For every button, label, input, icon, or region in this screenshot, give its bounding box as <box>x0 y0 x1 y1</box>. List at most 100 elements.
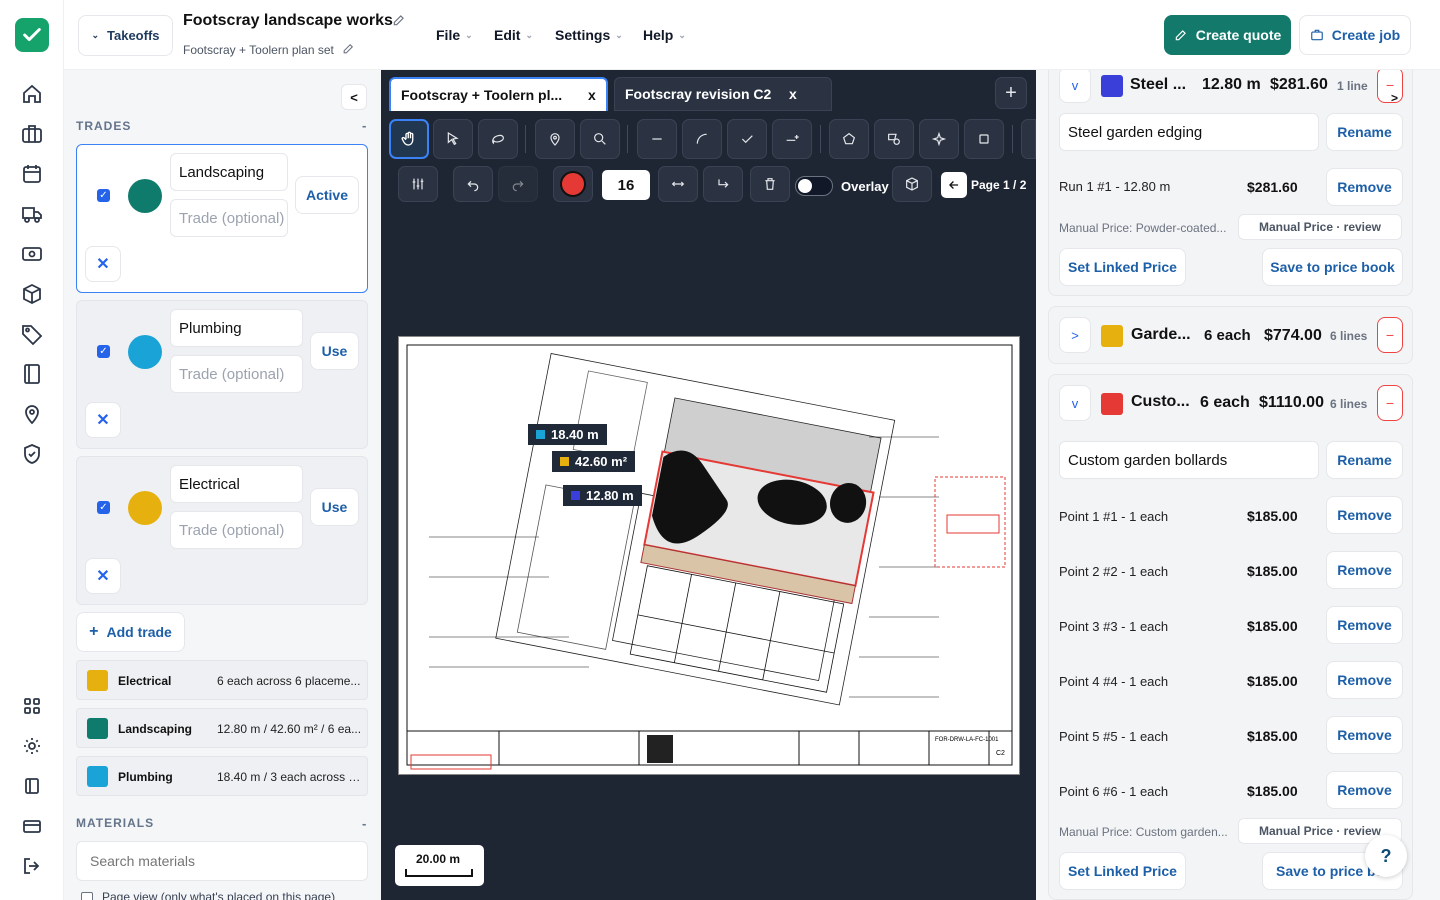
extend-tool-button[interactable] <box>772 119 812 159</box>
home-icon[interactable] <box>20 82 44 106</box>
undo-button[interactable] <box>453 166 493 202</box>
trade-optional-input[interactable]: Trade (optional) <box>170 511 303 549</box>
overlay-toggle[interactable] <box>795 176 833 196</box>
cash-icon[interactable] <box>20 242 44 266</box>
trade-optional-input[interactable]: Trade (optional) <box>170 355 303 393</box>
help-button[interactable]: ? <box>1365 835 1407 877</box>
page-view-checkbox[interactable] <box>81 892 93 900</box>
expand-group-button[interactable]: > <box>1059 317 1091 353</box>
remove-line-button[interactable]: Remove <box>1326 771 1403 809</box>
menu-help[interactable]: Help ⌄ <box>643 27 686 43</box>
trade-name-input[interactable]: Landscaping <box>170 153 288 191</box>
plan-set-name[interactable]: Footscray + Toolern plan set <box>183 43 334 57</box>
box-icon[interactable] <box>20 282 44 306</box>
rename-button[interactable]: Rename <box>1326 113 1403 151</box>
save-to-price-book-button[interactable]: Save to price book <box>1262 248 1403 286</box>
settings-gear-icon[interactable] <box>20 734 44 758</box>
adjust-settings-button[interactable] <box>398 166 438 202</box>
remove-group-button[interactable]: − <box>1377 385 1403 421</box>
create-job-button[interactable]: Create job <box>1299 15 1411 55</box>
trades-collapse-toggle[interactable]: - <box>362 118 366 133</box>
trade-color-swatch[interactable] <box>128 335 162 369</box>
close-tab-icon[interactable]: x <box>588 87 596 103</box>
width-measure-button[interactable] <box>658 166 698 202</box>
menu-settings[interactable]: Settings ⌄ <box>555 27 623 43</box>
remove-trade-button[interactable]: ✕ <box>85 402 121 438</box>
collapse-group-button[interactable]: v <box>1059 385 1091 421</box>
trade-name-input[interactable]: Plumbing <box>170 309 303 347</box>
search-materials-input[interactable] <box>76 841 368 881</box>
remove-line-button[interactable]: Remove <box>1326 661 1403 699</box>
set-linked-price-button[interactable]: Set Linked Price <box>1059 248 1186 286</box>
add-trade-button[interactable]: + Add trade <box>76 612 185 652</box>
rename-button[interactable]: Rename <box>1326 441 1403 479</box>
credit-card-icon[interactable] <box>20 814 44 838</box>
rename-input[interactable]: Steel garden edging <box>1059 113 1319 151</box>
polygon-tool-button[interactable] <box>829 119 869 159</box>
close-tab-icon[interactable]: x <box>789 86 797 102</box>
trade-checkbox[interactable]: ✓ <box>97 501 110 514</box>
group-color-swatch[interactable] <box>1101 393 1123 415</box>
trade-summary-row[interactable]: Landscaping 12.80 m / 42.60 m² / 6 ea... <box>76 708 368 748</box>
add-tab-button[interactable]: + <box>995 77 1027 109</box>
more-tools-button[interactable] <box>1021 119 1036 159</box>
calendar-icon[interactable] <box>20 162 44 186</box>
trade-card-electrical[interactable]: ✓ Electrical Trade (optional) Use ✕ <box>76 456 368 605</box>
rectangle-tool-button[interactable] <box>964 119 1004 159</box>
remove-line-button[interactable]: Remove <box>1326 496 1403 534</box>
redo-button[interactable] <box>498 166 538 202</box>
remove-group-button[interactable]: − <box>1377 317 1403 353</box>
remove-line-button[interactable]: Remove <box>1326 606 1403 644</box>
tab-plan-1[interactable]: Footscray + Toolern pl... x <box>389 77 608 111</box>
remove-line-button[interactable]: Remove <box>1326 716 1403 754</box>
zoom-tool-button[interactable] <box>580 119 620 159</box>
trade-optional-input[interactable]: Trade (optional) <box>170 199 288 237</box>
pan-tool-button[interactable] <box>389 119 429 159</box>
sidebar-toggle-icon[interactable] <box>20 774 44 798</box>
materials-collapse-toggle[interactable]: - <box>362 816 366 831</box>
shield-check-icon[interactable] <box>20 442 44 466</box>
group-color-swatch[interactable] <box>1101 75 1123 97</box>
trade-checkbox[interactable]: ✓ <box>97 345 110 358</box>
trade-color-swatch[interactable] <box>128 179 162 213</box>
project-title[interactable]: Footscray landscape works <box>183 12 393 30</box>
tab-plan-2[interactable]: Footscray revision C2 x <box>614 77 832 111</box>
collapse-panel-button[interactable]: < <box>341 84 367 110</box>
trade-card-landscaping[interactable]: ✓ Landscaping Trade (optional) Active ✕ <box>76 144 368 293</box>
previous-page-button[interactable] <box>941 172 967 198</box>
next-arrow-icon[interactable]: > <box>1391 91 1398 105</box>
manual-price-badge[interactable]: Manual Price · review <box>1238 214 1402 240</box>
trade-summary-row[interactable]: Electrical 6 each across 6 placeme... <box>76 660 368 700</box>
trade-checkbox[interactable]: ✓ <box>97 189 110 202</box>
color-picker-button[interactable] <box>553 166 593 202</box>
trade-active-button[interactable]: Active <box>295 176 359 214</box>
check-tool-button[interactable] <box>727 119 767 159</box>
pin-tool-button[interactable] <box>535 119 575 159</box>
trade-color-swatch[interactable] <box>128 491 162 525</box>
arc-tool-button[interactable] <box>682 119 722 159</box>
tag-icon[interactable] <box>20 322 44 346</box>
remove-group-button[interactable]: − <box>1377 70 1403 103</box>
remove-line-button[interactable]: Remove <box>1326 168 1403 206</box>
remove-trade-button[interactable]: ✕ <box>85 246 121 282</box>
create-quote-button[interactable]: Create quote <box>1164 15 1291 55</box>
trade-name-input[interactable]: Electrical <box>170 465 303 503</box>
lasso-tool-button[interactable] <box>478 119 518 159</box>
select-tool-button[interactable] <box>433 119 473 159</box>
measure-label-plumbing[interactable]: 18.40 m <box>528 424 607 445</box>
location-pin-icon[interactable] <box>20 402 44 426</box>
rename-input[interactable]: Custom garden bollards <box>1059 441 1319 479</box>
menu-file[interactable]: File ⌄ <box>436 27 473 43</box>
set-linked-price-button[interactable]: Set Linked Price <box>1059 852 1186 890</box>
ai-detect-tool-button[interactable] <box>919 119 959 159</box>
truck-icon[interactable] <box>20 202 44 226</box>
menu-edit[interactable]: Edit ⌄ <box>494 27 533 43</box>
grid-icon[interactable] <box>20 694 44 718</box>
app-logo[interactable] <box>15 18 49 52</box>
group-color-swatch[interactable] <box>1101 325 1123 347</box>
takeoffs-dropdown[interactable]: ⌄ Takeoffs <box>78 15 173 56</box>
measure-label-steel[interactable]: 12.80 m <box>563 485 642 506</box>
stroke-width-input[interactable]: 16 <box>602 170 650 200</box>
3d-view-button[interactable] <box>892 166 932 202</box>
book-icon[interactable] <box>20 362 44 386</box>
